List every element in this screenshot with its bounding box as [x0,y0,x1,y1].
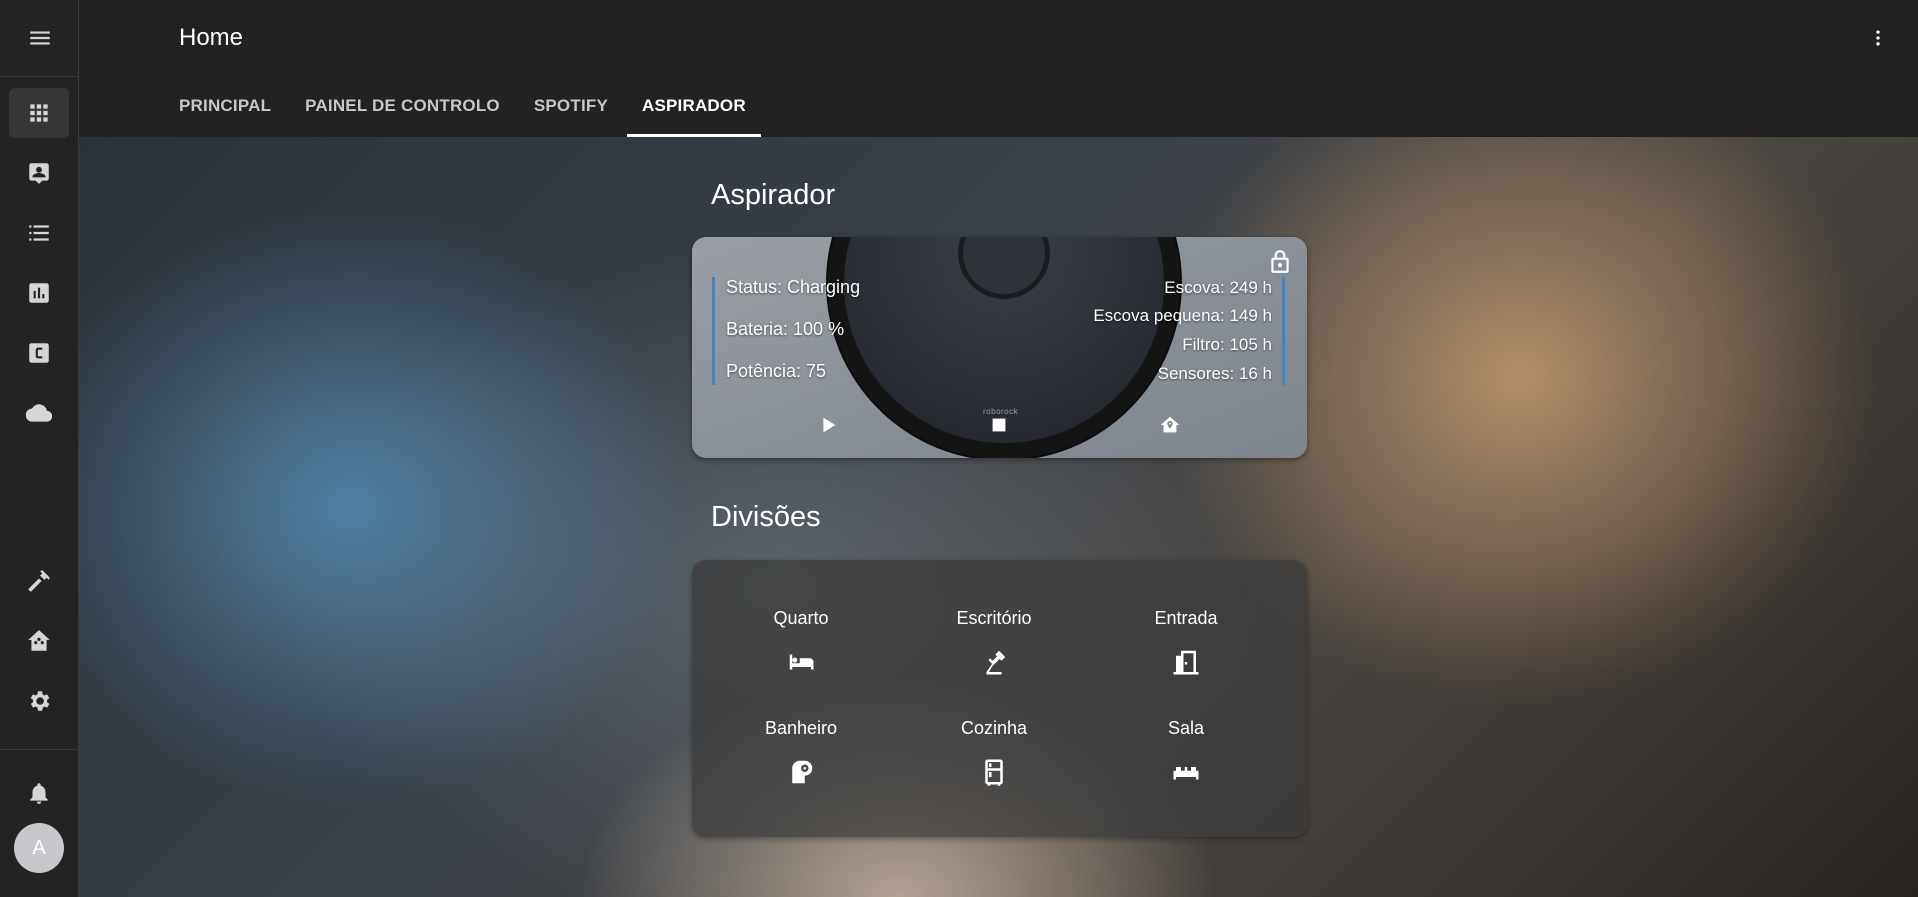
power-text: Potência: 75 [726,361,827,381]
sensor-hours-text: Sensores: 16 h [1157,364,1272,383]
stop-icon [992,418,1006,432]
stats-right-accent-bar [1282,277,1285,385]
main-view: Aspirador roborock Status: Charging Bate… [79,137,1918,897]
status-text: Status: Charging [726,277,861,297]
start-button[interactable] [814,411,842,439]
stop-button[interactable] [985,411,1013,439]
filter-hours-text: Filtro: 105 h [1182,335,1272,354]
room-button-cozinha[interactable]: Cozinha [914,718,1074,787]
view-tabs: PRINCIPAL PAINEL DE CONTROLO SPOTIFY ASP… [179,96,780,137]
stats-left-accent-bar [712,277,715,385]
sidebar-item-history[interactable] [9,268,69,318]
play-icon [823,417,836,433]
vacuum-card: roborock Status: Charging Bateria: 100 %… [692,237,1307,458]
rooms-section-title: Divisões [711,501,821,533]
room-button-entrada[interactable]: Entrada [1106,608,1266,677]
brush-hours-text: Escova: 249 h [1164,278,1272,297]
sidebar-item-supervisor[interactable] [9,616,69,666]
hammer-icon [28,570,50,592]
overflow-menu-button[interactable] [1868,24,1888,52]
sidebar-item-notifications[interactable] [9,768,69,818]
gear-icon [30,691,50,711]
avatar[interactable]: A [14,823,64,873]
sidebar-item-people[interactable] [9,148,69,198]
room-button-quarto[interactable]: Quarto [721,608,881,677]
sidebar-item-settings[interactable] [9,676,69,726]
menu-button[interactable] [0,0,79,77]
desk-lamp-icon [979,647,1009,677]
room-label: Quarto [773,608,829,628]
room-label: Banheiro [764,718,838,738]
home-map-marker-icon [1160,416,1180,433]
sofa-icon [1171,757,1201,787]
lock-icon[interactable] [1267,249,1295,277]
cloud-icon [26,404,52,422]
sidebar-item-overview[interactable] [9,88,69,138]
account-box-icon [29,163,49,184]
top-app-bar: Home PRINCIPAL PAINEL DE CONTROLO SPOTIF… [79,0,1918,137]
room-button-banheiro[interactable]: Banheiro [721,718,881,787]
c-box-icon [29,343,49,363]
room-label: Entrada [1154,608,1218,628]
vacuum-section-title: Aspirador [711,179,836,211]
side-brush-hours-text: Escova pequena: 149 h [1093,306,1272,325]
door-icon [1171,647,1201,677]
room-label: Escritório [956,608,1032,628]
sidebar-item-developer-tools[interactable] [9,556,69,606]
room-label: Cozinha [960,718,1028,738]
bell-icon [30,783,48,804]
toilet-paper-icon [786,757,816,787]
battery-text: Bateria: 100 % [726,319,845,339]
rooms-card: Quarto Escritório Entrada Banheiro Cozin… [692,560,1307,837]
more-vertical-icon [1876,30,1880,46]
sidebar-item-cloud[interactable] [9,388,69,438]
list-icon [29,225,49,241]
fridge-icon [979,757,1009,787]
tab-principal[interactable]: PRINCIPAL [179,96,271,137]
hamburger-menu-icon [29,31,50,45]
home-assistant-icon [28,630,50,651]
avatar-initial: A [32,836,46,859]
sidebar-item-c-panel[interactable] [9,328,69,378]
chart-icon [29,283,49,303]
sidebar: A [0,0,79,897]
tab-spotify[interactable]: SPOTIFY [534,96,608,137]
room-label: Sala [1167,718,1205,738]
sidebar-divider [0,749,79,750]
sidebar-item-logbook[interactable] [9,208,69,258]
room-button-sala[interactable]: Sala [1106,718,1266,787]
grid-icon [30,104,48,122]
page-title: Home [179,24,244,51]
return-to-base-button[interactable] [1156,411,1184,439]
bed-icon [786,647,816,677]
tab-painel-de-controlo[interactable]: PAINEL DE CONTROLO [305,96,500,137]
tab-aspirador[interactable]: ASPIRADOR [627,96,761,137]
room-button-escritorio[interactable]: Escritório [914,608,1074,677]
